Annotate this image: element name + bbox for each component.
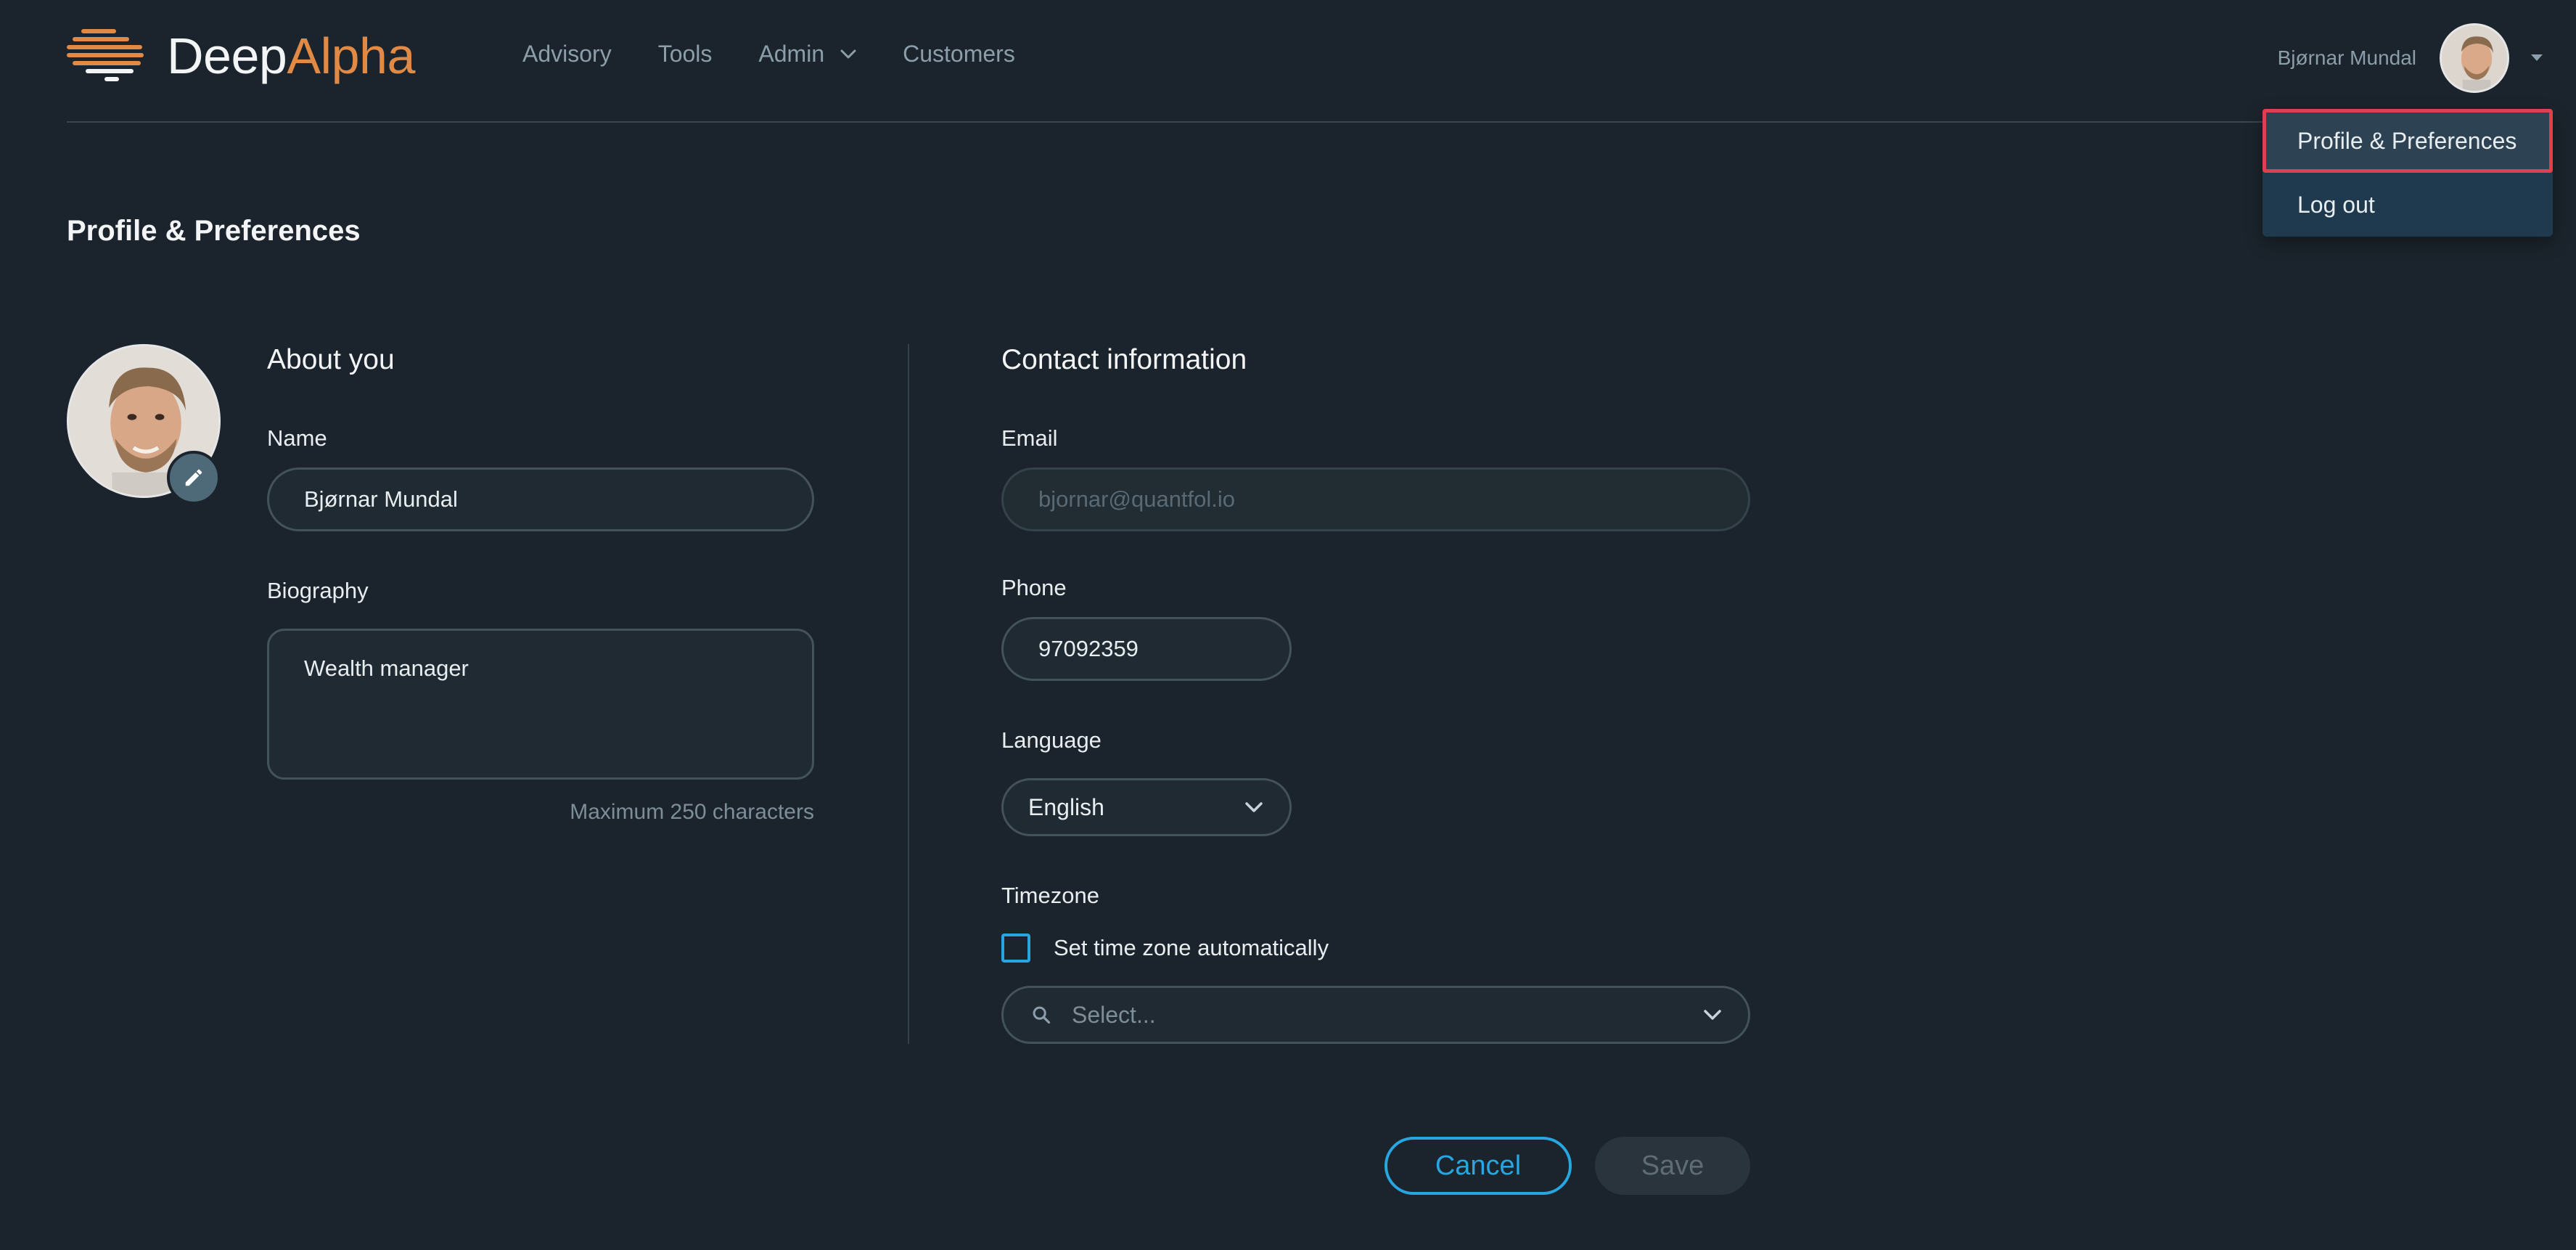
save-button[interactable]: Save [1595, 1137, 1750, 1195]
about-heading: About you [267, 344, 395, 375]
caret-down-icon[interactable] [2527, 48, 2547, 68]
edit-photo-button[interactable] [167, 451, 221, 505]
language-select[interactable]: English [1001, 778, 1292, 836]
name-label: Name [267, 425, 327, 451]
timezone-select[interactable]: Select... [1001, 986, 1750, 1044]
biography-value: Wealth manager [304, 655, 469, 681]
cancel-button[interactable]: Cancel [1385, 1137, 1572, 1195]
brand-logo[interactable]: DeepAlpha [67, 29, 415, 83]
nav-item-tools[interactable]: Tools [658, 41, 713, 68]
brand-name-alpha: Alpha [287, 28, 415, 84]
menu-item-label: Profile & Preferences [2297, 127, 2517, 154]
phone-label: Phone [1001, 575, 1067, 600]
header-divider [67, 121, 2509, 123]
brand-name-deep: Deep [167, 28, 287, 84]
section-divider [908, 344, 909, 1044]
timezone-auto-label: Set time zone automatically [1054, 935, 1329, 960]
biography-label: Biography [267, 578, 369, 603]
nav-item-label: Admin [758, 41, 825, 67]
biography-field[interactable]: Wealth manager [267, 629, 814, 780]
timezone-auto-checkbox-row[interactable]: Set time zone automatically [1001, 934, 1329, 963]
main-nav: Advisory Tools Admin Customers [522, 41, 1062, 68]
nav-item-label: Tools [657, 41, 713, 67]
avatar[interactable] [2440, 23, 2509, 93]
profile-page: DeepAlpha Advisory Tools Admin Customers… [0, 0, 2576, 1250]
nav-item-customers[interactable]: Customers [903, 41, 1015, 68]
user-menu-trigger[interactable]: Bjørnar Mundal [2278, 23, 2547, 93]
user-photo-icon [2442, 25, 2507, 91]
menu-item-label: Log out [2297, 191, 2375, 218]
biography-hint: Maximum 250 characters [570, 800, 814, 824]
user-dropdown-menu: Profile & Preferences Log out [2263, 109, 2553, 237]
email-field: bjornar@quantfol.io [1001, 467, 1750, 531]
chevron-down-icon [1704, 1010, 1721, 1020]
language-value: English [1028, 793, 1104, 820]
nav-item-label: Advisory [522, 41, 612, 67]
page-title: Profile & Preferences [67, 215, 361, 247]
name-value: Bjørnar Mundal [304, 486, 458, 512]
name-field[interactable]: Bjørnar Mundal [267, 467, 814, 531]
pencil-icon [185, 469, 202, 486]
menu-item-log-out[interactable]: Log out [2263, 173, 2553, 237]
phone-field[interactable]: 97092359 [1001, 617, 1292, 681]
phone-value: 97092359 [1038, 636, 1139, 661]
menu-item-profile-preferences[interactable]: Profile & Preferences [2263, 109, 2553, 173]
timezone-label: Timezone [1001, 883, 1099, 908]
chevron-down-icon [1245, 802, 1263, 812]
user-name: Bjørnar Mundal [2277, 46, 2416, 69]
nav-item-admin[interactable]: Admin [758, 41, 856, 68]
search-icon [1033, 1006, 1051, 1024]
timezone-placeholder: Select... [1072, 1001, 1156, 1028]
nav-item-advisory[interactable]: Advisory [522, 41, 612, 68]
logo-mark-icon [67, 29, 144, 81]
contact-heading: Contact information [1001, 344, 1247, 375]
email-label: Email [1001, 425, 1058, 451]
language-label: Language [1001, 727, 1102, 753]
brand-name: DeepAlpha [167, 30, 415, 81]
email-value: bjornar@quantfol.io [1038, 486, 1236, 512]
nav-item-label: Customers [903, 41, 1015, 67]
chevron-down-icon [840, 49, 856, 58]
timezone-auto-checkbox[interactable] [1001, 934, 1030, 963]
